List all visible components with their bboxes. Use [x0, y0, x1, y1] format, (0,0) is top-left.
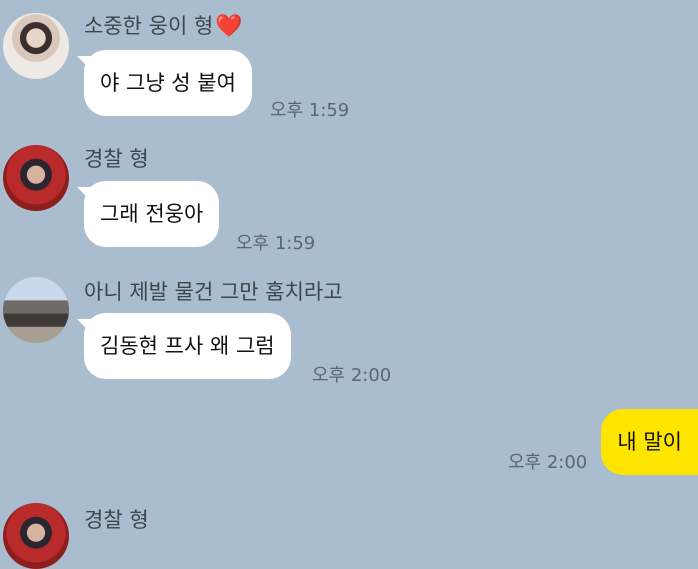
sender-name: 아니 제발 물건 그만 훔치라고: [84, 280, 343, 304]
message-bubble[interactable]: 그래 전웅아: [76, 181, 220, 247]
avatar[interactable]: [3, 503, 69, 569]
avatar[interactable]: [3, 277, 69, 343]
message-time: 오후 1:59: [270, 100, 350, 121]
sender-name: 경찰 형: [84, 508, 149, 532]
message-time: 오후 2:00: [312, 365, 392, 386]
message-time: 오후 2:00: [508, 452, 588, 473]
heart-icon: ❤️: [215, 14, 243, 39]
avatar[interactable]: [3, 13, 69, 79]
sender-name-text: 소중한 웅이 형: [84, 14, 214, 38]
sender-name: 경찰 형: [84, 147, 149, 171]
avatar[interactable]: [3, 145, 69, 211]
message-time: 오후 1:59: [236, 233, 316, 254]
my-message-bubble[interactable]: 내 말이: [601, 409, 698, 475]
sender-name: 소중한 웅이 형❤️: [84, 10, 243, 40]
message-bubble[interactable]: 김동현 프사 왜 그럼: [77, 313, 291, 379]
message-bubble[interactable]: 야 그냥 성 붙여: [77, 50, 252, 116]
